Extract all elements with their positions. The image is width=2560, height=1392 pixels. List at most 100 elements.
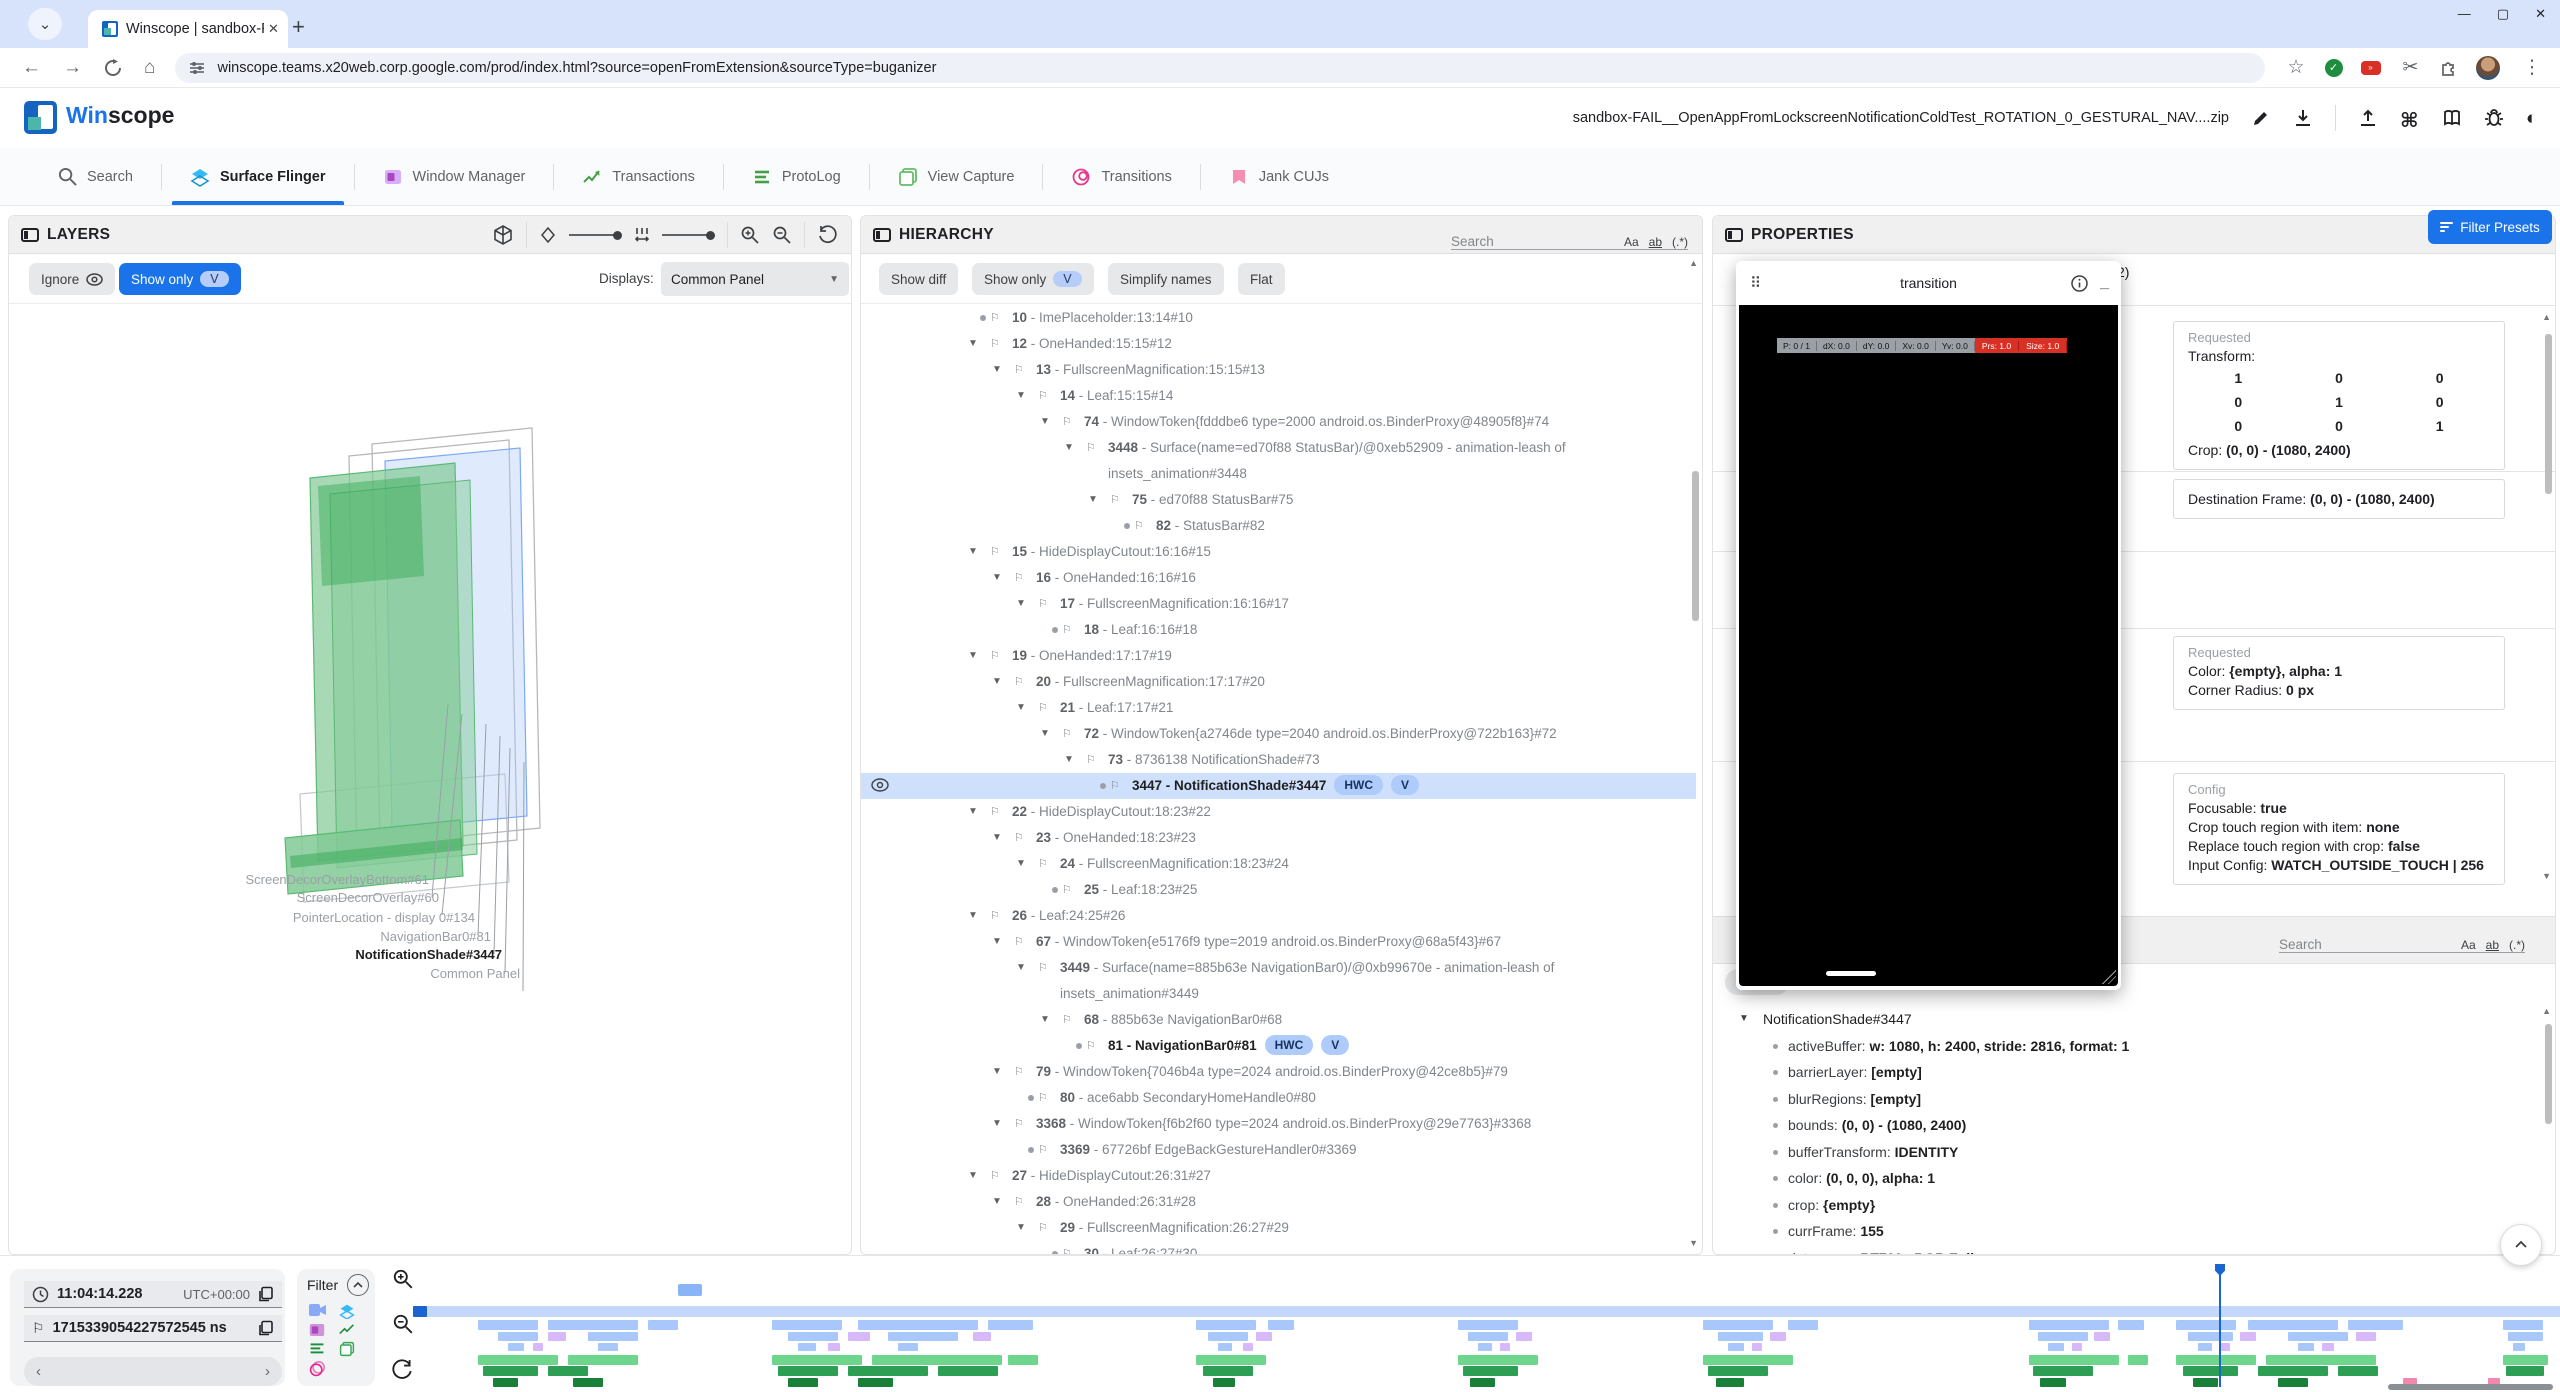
tree-row-75[interactable]: ▼⚐75 - ed70f88 StatusBar#75 bbox=[861, 487, 1696, 513]
scroll-down-icon[interactable]: ▼ bbox=[1689, 1238, 1698, 1248]
property-item-blurRegions[interactable]: blurRegions: [empty] bbox=[1713, 1086, 2549, 1113]
chevron-down-icon[interactable]: ▼ bbox=[992, 929, 1002, 955]
timeline-segment[interactable] bbox=[2220, 1343, 2230, 1351]
timeline-segment[interactable] bbox=[788, 1332, 838, 1341]
timeline-tracks-area[interactable] bbox=[413, 1256, 2560, 1392]
chevron-down-icon[interactable]: ▼ bbox=[968, 903, 978, 929]
property-item-currFrame[interactable]: currFrame: 155 bbox=[1713, 1218, 2549, 1245]
property-item-crop[interactable]: crop: {empty} bbox=[1713, 1192, 2549, 1219]
timeline-segment[interactable] bbox=[778, 1366, 838, 1376]
info-icon[interactable] bbox=[2071, 275, 2088, 292]
chevron-down-icon[interactable]: ▼ bbox=[968, 331, 978, 357]
layer-label[interactable]: ScreenDecorOverlayBottom#61 bbox=[245, 872, 429, 887]
prev-frame-button[interactable]: ‹ bbox=[36, 1363, 41, 1380]
report-bug-icon[interactable] bbox=[2484, 108, 2504, 128]
timeline-segment[interactable] bbox=[848, 1332, 870, 1341]
timeline-segment[interactable] bbox=[2278, 1378, 2308, 1387]
timeline-reset-zoom-icon[interactable] bbox=[392, 1359, 414, 1381]
layer-label[interactable]: PointerLocation - display 0#134 bbox=[293, 910, 475, 925]
edit-pencil-icon[interactable] bbox=[2251, 108, 2271, 128]
tree-row-73[interactable]: ▼⚐73 - 8736138 NotificationShade#73 bbox=[861, 747, 1696, 773]
properties-tree-root[interactable]: ▼NotificationShade#3447 bbox=[1713, 1006, 2549, 1033]
chevron-down-icon[interactable]: ▼ bbox=[1064, 747, 1074, 773]
timeline-segment[interactable] bbox=[858, 1320, 978, 1330]
timeline-segment[interactable] bbox=[2033, 1366, 2093, 1376]
property-item-dataspace[interactable]: dataspace: BT709 sRGB Full range bbox=[1713, 1245, 2549, 1255]
tree-row-24[interactable]: ▼⚐24 - FullscreenMagnification:18:23#24 bbox=[861, 851, 1696, 877]
next-frame-button[interactable]: › bbox=[265, 1363, 270, 1380]
timeline-segment[interactable] bbox=[573, 1378, 603, 1387]
extensions-puzzle-icon[interactable] bbox=[2440, 59, 2458, 77]
timeline-segment[interactable] bbox=[2503, 1355, 2548, 1365]
timeline-segment[interactable] bbox=[858, 1378, 893, 1387]
minimize-icon[interactable]: _ bbox=[2100, 274, 2109, 292]
tab-search[interactable]: Search bbox=[30, 148, 161, 205]
timeline-segment[interactable] bbox=[1243, 1343, 1253, 1351]
timeline-segment[interactable] bbox=[1770, 1332, 1786, 1341]
tree-row-12[interactable]: ▼⚐12 - OneHanded:15:15#12 bbox=[861, 331, 1696, 357]
chevron-down-icon[interactable]: ▼ bbox=[992, 565, 1002, 591]
tree-row-22[interactable]: ▼⚐22 - HideDisplayCutout:18:23#22 bbox=[861, 799, 1696, 825]
timeline-segment[interactable] bbox=[1196, 1355, 1266, 1365]
window-maximize-icon[interactable]: ▢ bbox=[2497, 6, 2509, 22]
tab-close-icon[interactable]: ✕ bbox=[268, 21, 279, 37]
timeline-cursor[interactable] bbox=[2219, 1264, 2221, 1387]
displays-select[interactable]: Common Panel▼ bbox=[661, 262, 849, 296]
timeline-segment[interactable] bbox=[548, 1320, 638, 1330]
new-tab-button[interactable]: + bbox=[292, 14, 305, 40]
resize-handle-icon[interactable] bbox=[2102, 970, 2116, 984]
timeline-segment[interactable] bbox=[2128, 1355, 2148, 1365]
browser-menu-kebab-icon[interactable]: ⋮ bbox=[2522, 56, 2541, 79]
browser-tab[interactable]: Winscope | sandbox-FAIL ✕ bbox=[88, 10, 288, 48]
timeline-segment[interactable] bbox=[478, 1320, 538, 1330]
timeline-segment[interactable] bbox=[1218, 1343, 1232, 1351]
timeline-segment[interactable] bbox=[2183, 1366, 2238, 1376]
property-item-activeBuffer[interactable]: activeBuffer: w: 1080, h: 2400, stride: … bbox=[1713, 1033, 2549, 1060]
screen-recording-track[interactable] bbox=[413, 1306, 2560, 1317]
chevron-down-icon[interactable]: ▼ bbox=[1088, 487, 1098, 513]
timeline-segment[interactable] bbox=[548, 1332, 566, 1341]
regex-button[interactable]: (.*) bbox=[1672, 235, 1688, 249]
profile-avatar[interactable] bbox=[2476, 56, 2500, 80]
rotation-slider[interactable] bbox=[569, 231, 622, 240]
property-item-bufferTransform[interactable]: bufferTransform: IDENTITY bbox=[1713, 1139, 2549, 1166]
chevron-down-icon[interactable]: ▼ bbox=[992, 1189, 1002, 1215]
tree-row-27[interactable]: ▼⚐27 - HideDisplayCutout:26:31#27 bbox=[861, 1163, 1696, 1189]
timeline-segment[interactable] bbox=[2193, 1378, 2218, 1387]
timeline-segment[interactable] bbox=[2029, 1320, 2109, 1330]
match-case-button[interactable]: Aa bbox=[1624, 235, 1639, 249]
scroll-up-icon[interactable]: ▲ bbox=[2542, 312, 2551, 322]
timeline-segment[interactable] bbox=[1203, 1366, 1253, 1376]
timeline-segment[interactable] bbox=[2338, 1366, 2378, 1376]
reload-icon[interactable] bbox=[104, 59, 122, 77]
timeline-segment[interactable] bbox=[988, 1320, 1033, 1330]
drag-handle-icon[interactable]: ⠿ bbox=[1750, 274, 1762, 292]
timeline-segment[interactable] bbox=[2322, 1343, 2334, 1351]
tree-row-25[interactable]: ⚐25 - Leaf:18:23#25 bbox=[861, 877, 1696, 903]
timeline-segment[interactable] bbox=[2094, 1332, 2110, 1341]
reset-view-icon[interactable] bbox=[817, 225, 837, 245]
timeline-segment[interactable] bbox=[2240, 1332, 2256, 1341]
tree-row-79[interactable]: ▼⚐79 - WindowToken{7046b4a type=2024 and… bbox=[861, 1059, 1696, 1085]
hierarchy-option-show-only[interactable]: Show onlyV bbox=[972, 263, 1094, 295]
timeline-segment[interactable] bbox=[2176, 1355, 2256, 1365]
timeline-segment[interactable] bbox=[1008, 1355, 1038, 1365]
timeline-segment[interactable] bbox=[1208, 1332, 1248, 1341]
timeline-segment[interactable] bbox=[798, 1343, 816, 1351]
timeline-segment[interactable] bbox=[2176, 1320, 2236, 1330]
tree-row-10[interactable]: ⚐10 - ImePlaceholder:13:14#10 bbox=[861, 305, 1696, 331]
extension-check-icon[interactable]: ✓ bbox=[2325, 59, 2343, 77]
tree-row-13[interactable]: ▼⚐13 - FullscreenMagnification:15:15#13 bbox=[861, 357, 1696, 383]
timeline-segment[interactable] bbox=[2266, 1355, 2376, 1365]
protolog-filter-icon[interactable] bbox=[309, 1341, 331, 1357]
tree-row-68[interactable]: ▼⚐68 - 885b63e NavigationBar0#68 bbox=[861, 1007, 1696, 1033]
window-minimize-icon[interactable]: — bbox=[2458, 6, 2471, 22]
chevron-down-icon[interactable]: ▼ bbox=[1016, 955, 1026, 981]
tab-search-chevron-icon[interactable]: ⌄ bbox=[28, 8, 62, 40]
timeline-segment[interactable] bbox=[508, 1343, 524, 1351]
documentation-book-icon[interactable] bbox=[2442, 108, 2462, 128]
back-icon[interactable]: ← bbox=[22, 57, 41, 79]
timeline-segment[interactable] bbox=[1708, 1366, 1768, 1376]
download-icon[interactable] bbox=[2293, 108, 2313, 128]
timeline-segment[interactable] bbox=[848, 1366, 928, 1376]
